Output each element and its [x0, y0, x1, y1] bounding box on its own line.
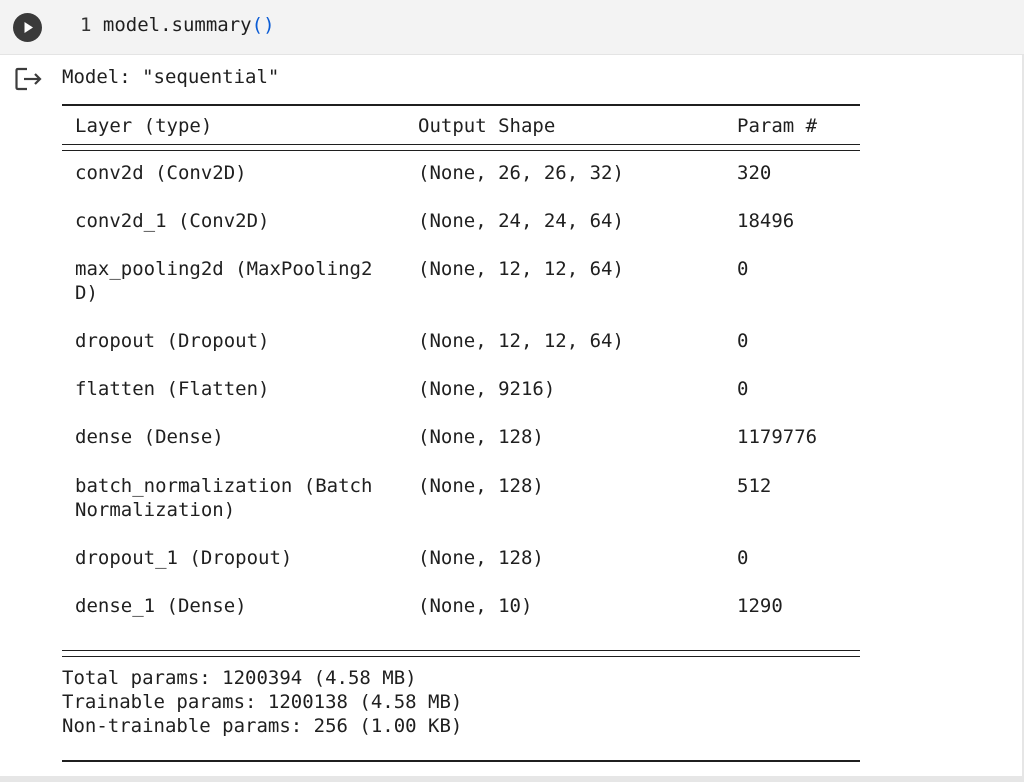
top-rule [62, 104, 860, 106]
model-title: Model: "sequential" [62, 66, 280, 88]
header-output-shape: Output Shape [418, 115, 556, 137]
table-row-layer: batch_normalization (Batch [75, 475, 373, 497]
table-row-layer: conv2d_1 (Conv2D) [75, 210, 270, 232]
table-row-layer: dropout (Dropout) [75, 330, 270, 352]
play-icon [24, 22, 33, 33]
table-row-shape: (None, 10) [418, 595, 533, 617]
output-arrow-icon[interactable] [14, 66, 44, 92]
code-cell[interactable]: 1 model.summary() [0, 0, 1024, 55]
table-row-shape: (None, 26, 26, 32) [418, 162, 624, 184]
table-row-layer-continued: Normalization) [75, 499, 236, 521]
table-row-shape: (None, 12, 12, 64) [418, 258, 624, 280]
table-row-params: 18496 [737, 210, 795, 232]
code-line[interactable]: 1 model.summary() [80, 12, 275, 38]
line-number: 1 [80, 14, 92, 36]
table-row-layer: dense_1 (Dense) [75, 595, 247, 617]
code-parens: () [251, 14, 275, 36]
table-row-shape: (None, 128) [418, 547, 544, 569]
table-row-layer: dropout_1 (Dropout) [75, 547, 293, 569]
table-row-shape: (None, 128) [418, 475, 544, 497]
table-row-params: 1179776 [737, 426, 818, 448]
cell-border-bottom [0, 776, 1024, 782]
run-cell-button[interactable] [13, 13, 42, 42]
header-double-rule [62, 144, 860, 151]
non-trainable-params: Non-trainable params: 256 (1.00 KB) [62, 715, 463, 737]
trainable-params: Trainable params: 1200138 (4.58 MB) [62, 691, 463, 713]
table-row-params: 320 [737, 162, 772, 184]
table-row-layer-continued: D) [75, 282, 98, 304]
bottom-rule [62, 760, 860, 762]
table-row-params: 0 [737, 378, 749, 400]
table-row-layer: conv2d (Conv2D) [75, 162, 247, 184]
header-param-count: Param # [737, 115, 818, 137]
table-row-params: 0 [737, 330, 749, 352]
table-row-layer: max_pooling2d (MaxPooling2 [75, 258, 373, 280]
table-row-shape: (None, 24, 24, 64) [418, 210, 624, 232]
table-row-params: 0 [737, 547, 749, 569]
table-row-params: 1290 [737, 595, 783, 617]
header-layer: Layer (type) [75, 115, 213, 137]
table-row-params: 0 [737, 258, 749, 280]
table-row-shape: (None, 9216) [418, 378, 556, 400]
table-row-shape: (None, 12, 12, 64) [418, 330, 624, 352]
table-row-params: 512 [737, 475, 772, 497]
code-text: model.summary [102, 14, 252, 36]
table-row-layer: dense (Dense) [75, 426, 224, 448]
table-row-shape: (None, 128) [418, 426, 544, 448]
total-params: Total params: 1200394 (4.58 MB) [62, 667, 417, 689]
footer-double-rule [62, 650, 860, 657]
table-row-layer: flatten (Flatten) [75, 378, 270, 400]
